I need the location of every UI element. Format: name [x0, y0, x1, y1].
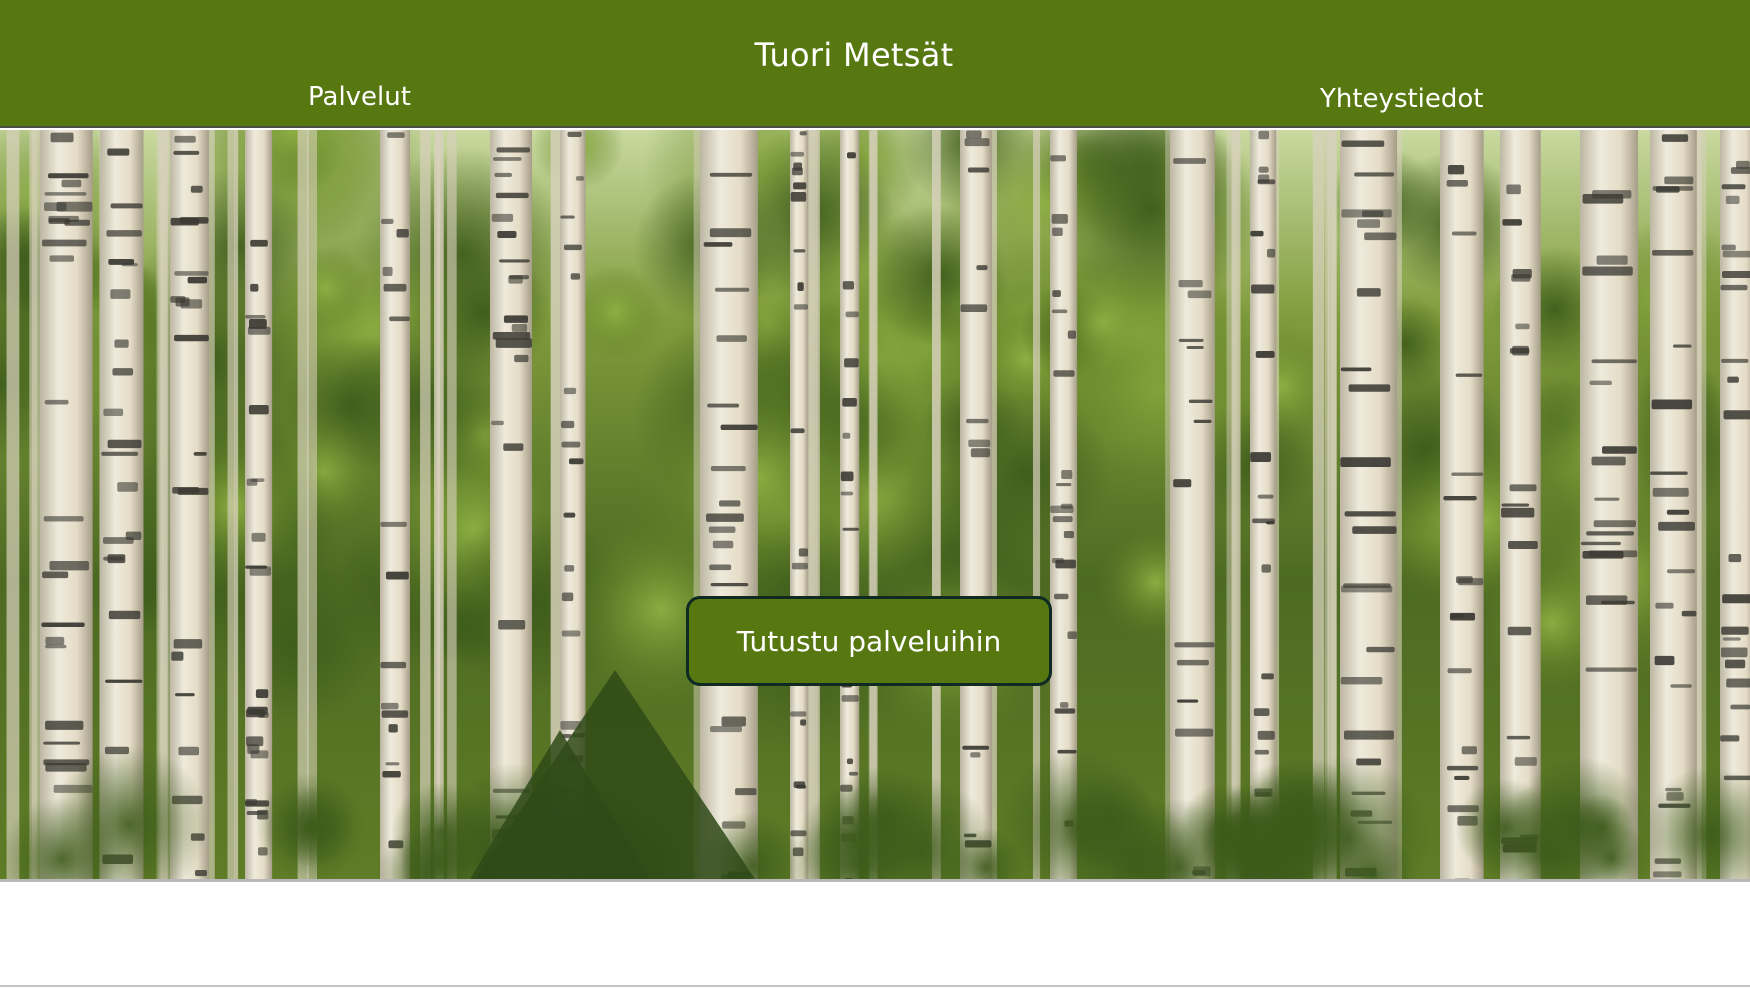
page: Tuori Metsät Palvelut Yhteystiedot Tutus… [0, 0, 1750, 988]
bottom-divider [0, 985, 1750, 987]
nav-link-yhteystiedot[interactable]: Yhteystiedot [1320, 84, 1484, 114]
site-title: Tuori Metsät [754, 36, 954, 74]
hero-section: Tutustu palveluihin [0, 130, 1750, 879]
hero-birch-forest-image [0, 130, 1750, 879]
footer-area [0, 882, 1750, 986]
site-header: Tuori Metsät Palvelut Yhteystiedot [0, 0, 1750, 128]
nav-link-palvelut[interactable]: Palvelut [308, 82, 411, 112]
explore-services-button[interactable]: Tutustu palveluihin [686, 596, 1052, 686]
